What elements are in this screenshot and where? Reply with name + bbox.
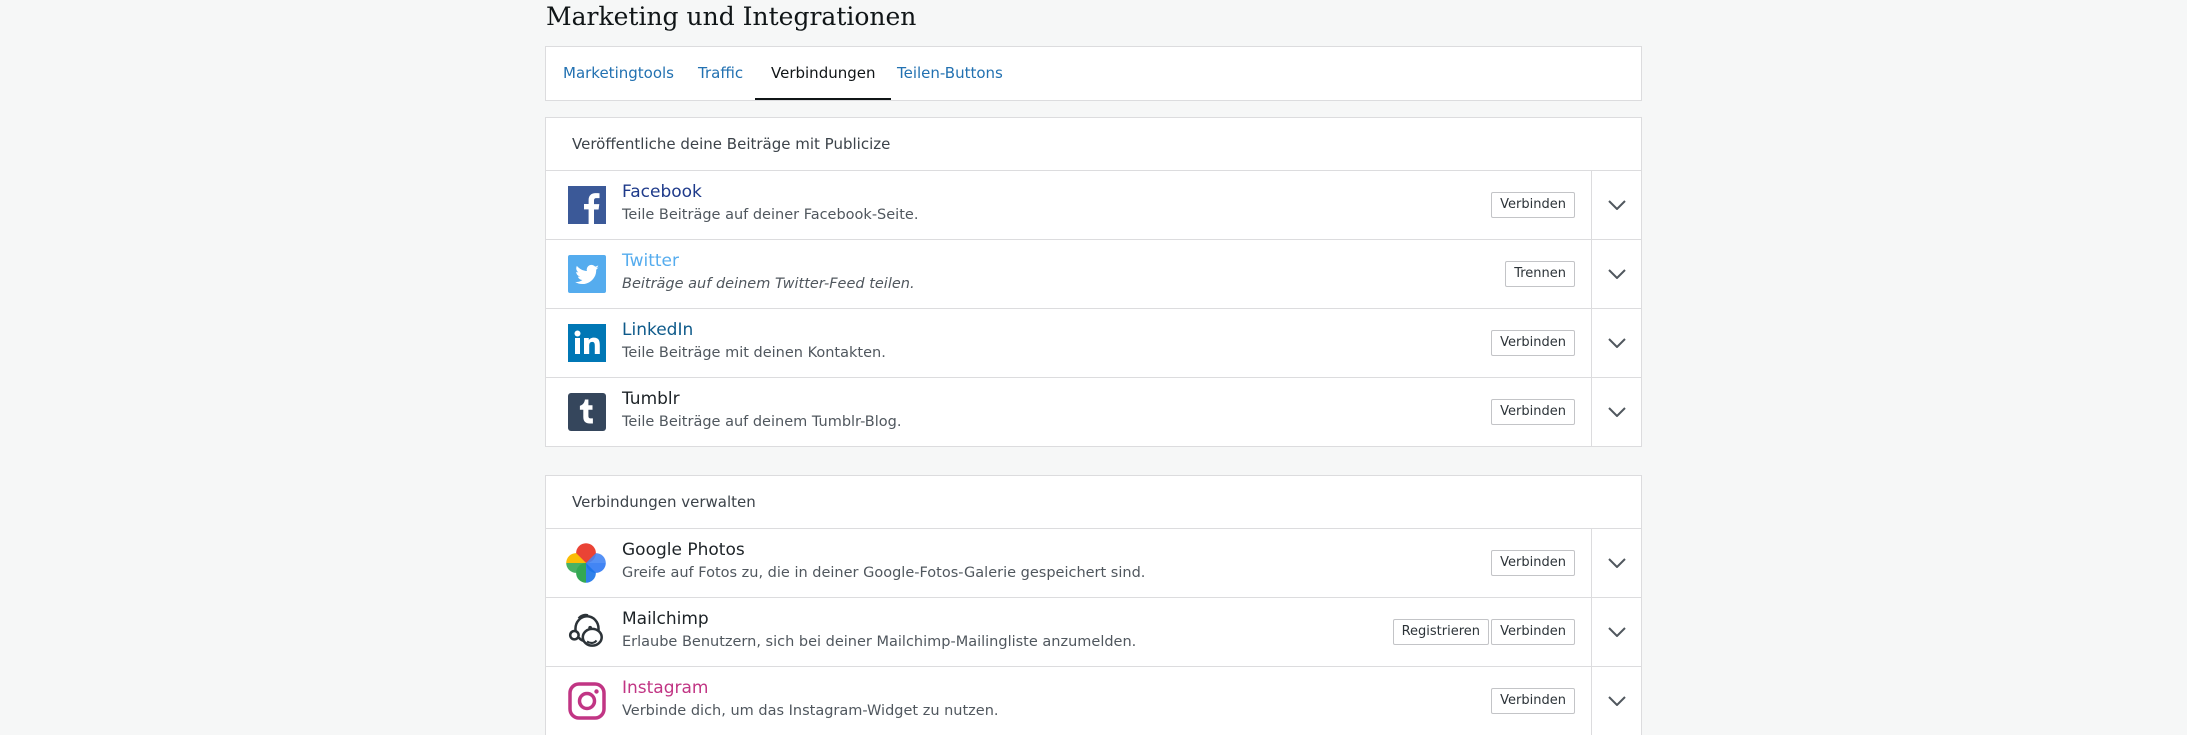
linkedin-icon bbox=[568, 324, 606, 362]
service-row-twitter: Twitter Beiträge auf deinem Twitter-Feed… bbox=[546, 240, 1641, 309]
disconnect-button[interactable]: Trennen bbox=[1505, 261, 1575, 287]
google-photos-icon bbox=[566, 543, 606, 583]
connect-button[interactable]: Verbinden bbox=[1491, 550, 1575, 576]
service-row-instagram: Instagram Verbinde dich, um das Instagra… bbox=[546, 667, 1641, 735]
register-button[interactable]: Registrieren bbox=[1392, 619, 1489, 645]
tab-traffic[interactable]: Traffic bbox=[698, 47, 743, 100]
connect-button[interactable]: Verbinden bbox=[1491, 688, 1575, 714]
service-name[interactable]: Tumblr bbox=[622, 389, 680, 409]
publicize-card: Veröffentliche deine Beiträge mit Public… bbox=[545, 117, 1642, 447]
facebook-icon bbox=[568, 186, 606, 224]
chevron-down-icon[interactable] bbox=[1592, 171, 1641, 239]
service-name[interactable]: Google Photos bbox=[622, 540, 745, 560]
service-name[interactable]: Mailchimp bbox=[622, 609, 709, 629]
instagram-icon bbox=[568, 682, 606, 720]
manage-connections-card: Verbindungen verwalten Google Photos Gre… bbox=[545, 475, 1642, 735]
service-description: Beiträge auf deinem Twitter-Feed teilen. bbox=[622, 276, 915, 292]
manage-connections-header: Verbindungen verwalten bbox=[546, 476, 1641, 529]
service-name[interactable]: Twitter bbox=[622, 251, 679, 271]
service-name[interactable]: LinkedIn bbox=[622, 320, 693, 340]
service-description: Teile Beiträge auf deinem Tumblr-Blog. bbox=[622, 414, 902, 430]
service-row-facebook: Facebook Teile Beiträge auf deiner Faceb… bbox=[546, 171, 1641, 240]
service-description: Teile Beiträge mit deinen Kontakten. bbox=[622, 345, 886, 361]
connect-button[interactable]: Verbinden bbox=[1491, 619, 1575, 645]
connect-button[interactable]: Verbinden bbox=[1491, 399, 1575, 425]
service-row-mailchimp: Mailchimp Erlaube Benutzern, sich bei de… bbox=[546, 598, 1641, 667]
service-description: Greife auf Fotos zu, die in deiner Googl… bbox=[622, 565, 1146, 581]
chevron-down-icon[interactable] bbox=[1592, 378, 1641, 446]
publicize-header: Veröffentliche deine Beiträge mit Public… bbox=[546, 118, 1641, 171]
connect-button[interactable]: Verbinden bbox=[1491, 192, 1575, 218]
tab-marketingtools[interactable]: Marketingtools bbox=[563, 47, 674, 100]
tumblr-icon bbox=[568, 393, 606, 431]
service-name[interactable]: Facebook bbox=[622, 182, 702, 202]
chevron-down-icon[interactable] bbox=[1592, 598, 1641, 666]
service-name[interactable]: Instagram bbox=[622, 678, 709, 698]
chevron-down-icon[interactable] bbox=[1592, 667, 1641, 735]
chevron-down-icon[interactable] bbox=[1592, 240, 1641, 308]
tab-verbindungen[interactable]: Verbindungen bbox=[755, 47, 892, 100]
section-tabs: Marketingtools Traffic Verbindungen Teil… bbox=[545, 46, 1642, 101]
mailchimp-icon bbox=[568, 613, 603, 647]
service-row-linkedin: LinkedIn Teile Beiträge mit deinen Konta… bbox=[546, 309, 1641, 378]
service-description: Teile Beiträge auf deiner Facebook-Seite… bbox=[622, 207, 919, 223]
service-row-google-photos: Google Photos Greife auf Fotos zu, die i… bbox=[546, 529, 1641, 598]
service-description: Erlaube Benutzern, sich bei deiner Mailc… bbox=[622, 634, 1137, 650]
service-row-tumblr: Tumblr Teile Beiträge auf deinem Tumblr-… bbox=[546, 378, 1641, 446]
chevron-down-icon[interactable] bbox=[1592, 309, 1641, 377]
page-title: Marketing und Integrationen bbox=[546, 2, 917, 31]
service-description: Verbinde dich, um das Instagram-Widget z… bbox=[622, 703, 999, 719]
tab-teilen-buttons[interactable]: Teilen-Buttons bbox=[897, 47, 1003, 100]
twitter-icon bbox=[568, 255, 606, 293]
chevron-down-icon[interactable] bbox=[1592, 529, 1641, 597]
connect-button[interactable]: Verbinden bbox=[1491, 330, 1575, 356]
